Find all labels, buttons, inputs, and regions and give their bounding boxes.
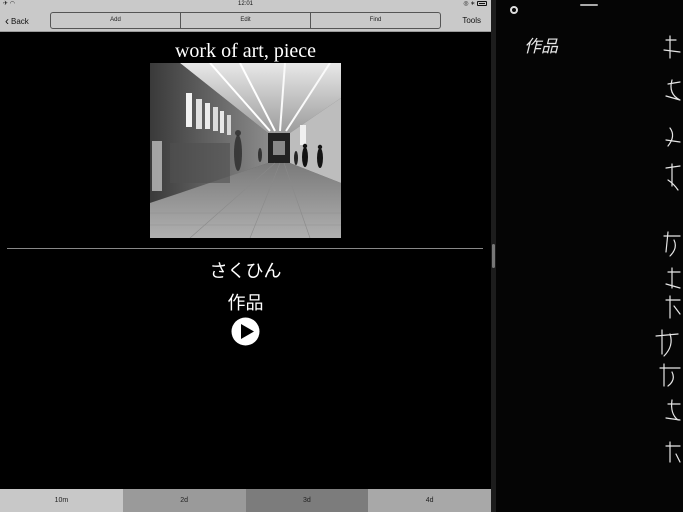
flashcard-pane: ✈ ◠ 12:01 ◎ ∗ ‹ Back Add Edit Find Tools… [0,0,491,512]
handwriting-canvas[interactable]: 作品 [496,0,683,512]
handwriting-pane[interactable]: 作品 [496,0,683,512]
status-bar: ✈ ◠ 12:01 ◎ ∗ [0,0,491,9]
battery-icon: ◎ ∗ [463,0,487,9]
card-title: work of art, piece [174,40,317,62]
status-time: 12:01 [237,1,253,7]
chevron-left-icon: ‹ [5,14,9,28]
back-button[interactable]: ‹ Back [5,13,29,29]
card-divider [7,248,483,249]
handwritten-note: 作品 [524,37,559,57]
handwriting-strokes [655,35,681,463]
answer-button-2d[interactable]: 2d [122,489,246,512]
answer-button-10m[interactable]: 10m [0,489,123,512]
play-audio-button[interactable] [231,317,260,346]
card-reading: さくひん [209,261,282,282]
segment-edit[interactable]: Edit [181,13,311,28]
segmented-control: Add Edit Find [50,12,441,29]
segment-find[interactable]: Find [311,13,440,28]
tools-button[interactable]: Tools [462,13,481,29]
segment-add[interactable]: Add [51,13,181,28]
card-image [150,63,341,238]
nav-bar: ‹ Back Add Edit Find Tools [0,9,491,32]
split-view-handle[interactable] [492,244,495,268]
answer-button-3d[interactable]: 3d [245,489,369,512]
card-kanji: 作品 [227,293,264,314]
back-label: Back [11,16,29,26]
play-icon [231,317,260,346]
answer-bar: 10m 2d 3d 4d [0,489,491,512]
answer-button-4d[interactable]: 4d [368,489,491,512]
